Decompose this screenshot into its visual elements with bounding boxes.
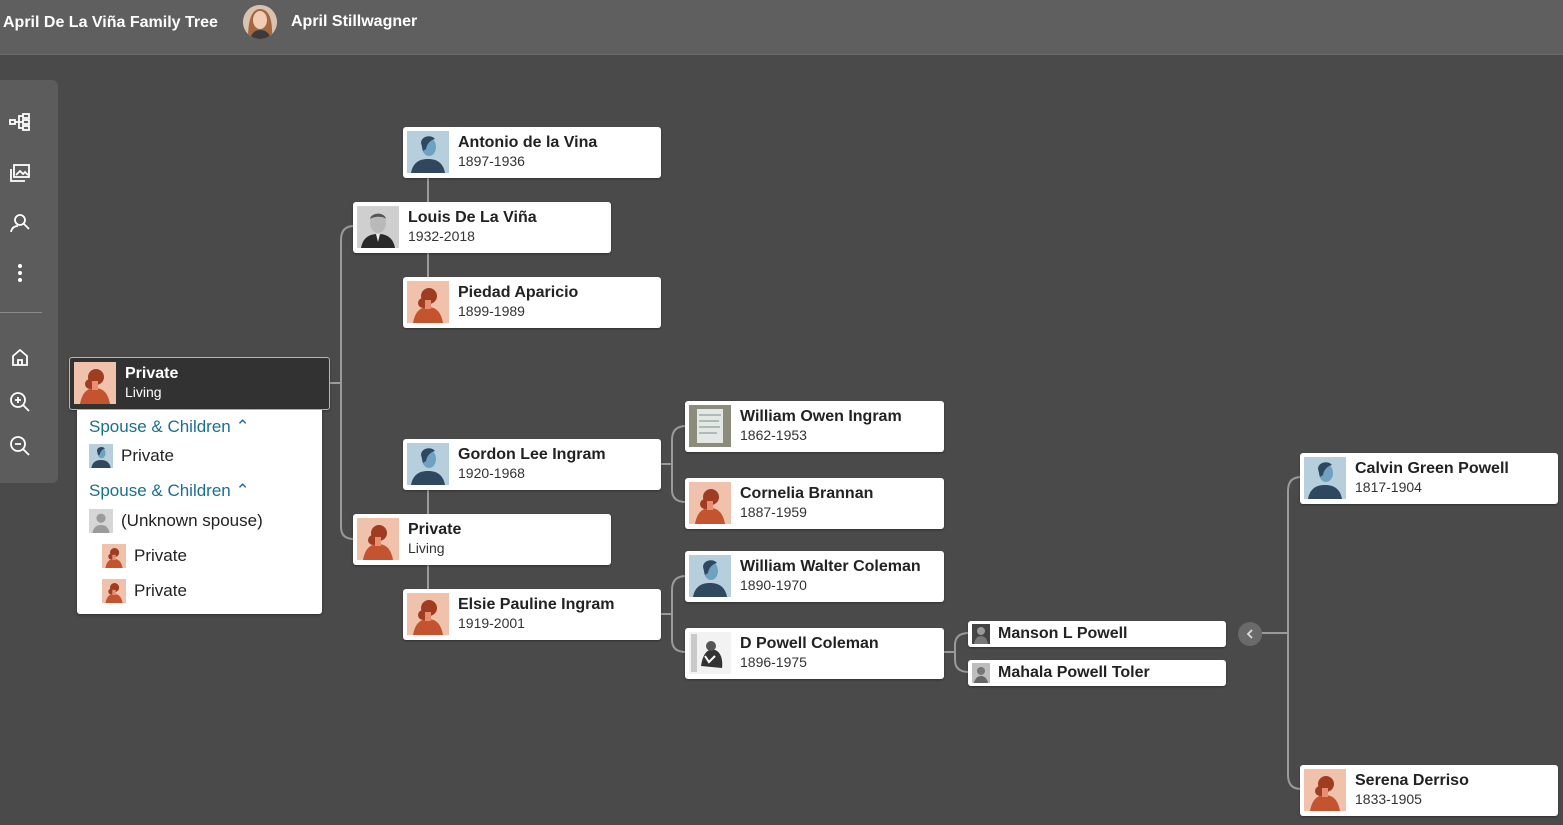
- spouse-children-panel: Spouse & Children ⌃ Private Spouse & Chi…: [77, 410, 322, 614]
- person-years: 1890-1970: [740, 577, 807, 593]
- female-avatar-icon: [74, 362, 116, 404]
- person-name: William Owen Ingram: [740, 408, 902, 425]
- female-avatar-icon: [102, 579, 126, 603]
- expand-ancestors-button[interactable]: [1238, 622, 1262, 646]
- person-name: William Walter Coleman: [740, 558, 921, 575]
- female-avatar-icon: [407, 593, 449, 635]
- person-years: 1897-1936: [458, 153, 525, 169]
- person-card-cornelia[interactable]: Cornelia Brannan 1887-1959: [685, 478, 944, 529]
- person-card-piedad[interactable]: Piedad Aparicio 1899-1989: [403, 277, 661, 328]
- person-years: Living: [408, 540, 445, 556]
- child-1-name: Private: [134, 546, 187, 565]
- person-name: Louis De La Viña: [408, 209, 537, 226]
- person-card-elsie[interactable]: Elsie Pauline Ingram 1919-2001: [403, 589, 661, 640]
- person-years: 1919-2001: [458, 615, 525, 631]
- unknown-person-icon: [89, 509, 113, 533]
- spouse-1-name: Private: [121, 446, 174, 465]
- male-avatar-icon: [689, 555, 731, 597]
- female-avatar-icon: [1304, 769, 1346, 811]
- person-name: Mahala Powell Toler: [998, 664, 1150, 681]
- person-card-d-powell[interactable]: D Powell Coleman 1896-1975: [685, 628, 944, 679]
- female-avatar-icon: [357, 518, 399, 560]
- male-avatar-icon: [89, 444, 113, 468]
- spouse-children-label: Spouse & Children: [89, 417, 231, 436]
- person-years: 1899-1989: [458, 303, 525, 319]
- focus-person-card[interactable]: Private Living: [69, 357, 330, 410]
- person-years: 1833-1905: [1355, 791, 1422, 807]
- person-name: Manson L Powell: [998, 625, 1128, 642]
- person-photo: [689, 405, 731, 447]
- person-card-mother[interactable]: Private Living: [353, 514, 611, 565]
- person-name: Cornelia Brannan: [740, 485, 874, 502]
- person-photo: [972, 663, 990, 683]
- focus-person-years: Living: [125, 384, 162, 400]
- person-name: Private: [408, 521, 462, 538]
- male-avatar-icon: [407, 443, 449, 485]
- person-name: Elsie Pauline Ingram: [458, 596, 615, 613]
- chevron-left-icon: [1246, 629, 1253, 639]
- person-photo: [689, 632, 731, 674]
- person-years: 1887-1959: [740, 504, 807, 520]
- chevron-up-icon: ⌃: [235, 417, 250, 436]
- person-card-manson[interactable]: Manson L Powell: [968, 621, 1226, 647]
- person-name: Serena Derriso: [1355, 772, 1469, 789]
- person-years: 1817-1904: [1355, 479, 1422, 495]
- female-avatar-icon: [689, 482, 731, 524]
- person-photo: [357, 206, 399, 248]
- spouse-2-name: (Unknown spouse): [121, 511, 263, 530]
- child-2-name: Private: [134, 581, 187, 600]
- person-years: 1896-1975: [740, 654, 807, 670]
- person-card-gordon[interactable]: Gordon Lee Ingram 1920-1968: [403, 439, 661, 490]
- person-card-william-owen[interactable]: William Owen Ingram 1862-1953: [685, 401, 944, 452]
- person-years: 1862-1953: [740, 427, 807, 443]
- person-years: 1920-1968: [458, 465, 525, 481]
- person-card-mahala[interactable]: Mahala Powell Toler: [968, 660, 1226, 686]
- spouse-children-toggle-2[interactable]: Spouse & Children ⌃: [89, 481, 250, 501]
- female-avatar-icon: [102, 544, 126, 568]
- male-avatar-icon: [1304, 457, 1346, 499]
- person-name: Gordon Lee Ingram: [458, 446, 606, 463]
- person-card-louis[interactable]: Louis De La Viña 1932-2018: [353, 202, 611, 253]
- person-card-serena[interactable]: Serena Derriso 1833-1905: [1300, 765, 1558, 816]
- person-name: Calvin Green Powell: [1355, 460, 1509, 477]
- focus-person-name: Private: [125, 365, 179, 382]
- spouse-children-label: Spouse & Children: [89, 481, 231, 500]
- person-card-antonio[interactable]: Antonio de la Vina 1897-1936: [403, 127, 661, 178]
- person-name: D Powell Coleman: [740, 635, 879, 652]
- person-years: 1932-2018: [408, 228, 475, 244]
- person-photo: [972, 624, 990, 644]
- person-name: Antonio de la Vina: [458, 134, 598, 151]
- chevron-up-icon: ⌃: [235, 481, 250, 500]
- person-card-calvin[interactable]: Calvin Green Powell 1817-1904: [1300, 453, 1558, 504]
- spouse-children-toggle-1[interactable]: Spouse & Children ⌃: [89, 417, 250, 437]
- male-avatar-icon: [407, 131, 449, 173]
- person-name: Piedad Aparicio: [458, 284, 579, 301]
- female-avatar-icon: [407, 281, 449, 323]
- person-card-william-walter[interactable]: William Walter Coleman 1890-1970: [685, 551, 944, 602]
